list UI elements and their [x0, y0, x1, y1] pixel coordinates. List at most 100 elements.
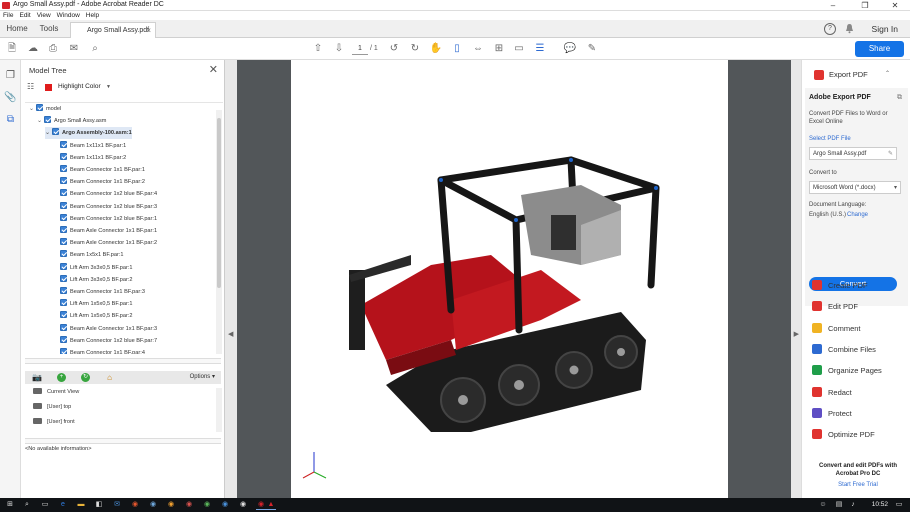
tree-item[interactable]: ⌄ Argo Small Assy.asm	[37, 115, 106, 127]
fit-page-icon[interactable]: ⊞	[492, 42, 506, 56]
tool-organize-pages[interactable]: Organize Pages	[812, 364, 882, 378]
3d-model-render[interactable]	[291, 60, 728, 498]
visibility-checkbox[interactable]	[60, 177, 67, 185]
next-page-icon[interactable]: ⇩	[332, 42, 346, 56]
visibility-checkbox[interactable]	[60, 140, 67, 148]
rotate-right-icon[interactable]: ↻	[408, 42, 422, 56]
menu-view[interactable]: View	[34, 11, 54, 20]
tree-scrollbar-thumb[interactable]	[217, 118, 221, 288]
sign-pen-icon[interactable]: ✎	[585, 42, 599, 56]
comment-icon[interactable]: 💬	[563, 42, 577, 56]
view-item[interactable]: Current View	[33, 386, 79, 398]
tab-tools[interactable]: Tools	[36, 20, 62, 38]
app-icon[interactable]: ◉	[202, 500, 212, 510]
view-item[interactable]: [User] front	[33, 416, 75, 428]
visibility-checkbox[interactable]	[60, 335, 67, 343]
tree-item[interactable]: Beam Connector 1x2 blue BF.par:4	[53, 188, 157, 200]
chevron-up-icon[interactable]: ⌃	[885, 70, 890, 77]
tree-item[interactable]: Beam Connector 1x1 BF.par:1	[53, 164, 145, 176]
free-trial-link[interactable]: Start Free Trial	[812, 482, 904, 488]
people-icon[interactable]: ☺	[818, 500, 828, 510]
convert-to-select[interactable]: Microsoft Word (*.docx) ▾	[809, 181, 901, 194]
tree-item[interactable]: Beam Connector 1x2 blue BF.par:7	[53, 335, 157, 347]
share-button[interactable]: Share	[855, 41, 904, 57]
menu-help[interactable]: Help	[83, 11, 102, 20]
tree-item[interactable]: Beam Connector 1x1 BF.par:4	[53, 347, 145, 354]
tree-options-icon[interactable]: ☷	[27, 82, 34, 91]
visibility-checkbox[interactable]	[60, 348, 67, 354]
visibility-checkbox[interactable]	[60, 262, 67, 270]
views-scrollbar[interactable]	[216, 388, 222, 432]
visibility-checkbox[interactable]	[60, 274, 67, 282]
acrobat-taskbar-icon[interactable]: ▲	[266, 500, 276, 510]
tree-item[interactable]: Beam Axle Connector 1x1 BF.par:3	[53, 323, 157, 335]
sign-in-link[interactable]: Sign In	[872, 20, 898, 38]
tool-edit-pdf[interactable]: Edit PDF	[812, 300, 858, 314]
selected-file-field[interactable]: Argo Small Assy.pdf ✎	[809, 147, 897, 160]
visibility-checkbox[interactable]	[60, 238, 67, 246]
menu-window[interactable]: Window	[54, 11, 83, 20]
app-icon[interactable]: ◉	[148, 500, 158, 510]
app-icon[interactable]: ◉	[184, 500, 194, 510]
tree-item[interactable]: Beam Connector 1x1 BF.par:2	[53, 176, 145, 188]
menu-edit[interactable]: Edit	[16, 11, 33, 20]
copy-icon[interactable]: ⧉	[897, 94, 902, 102]
tree-item[interactable]: Lift Arm 1x5x0,5 BF.par:1	[53, 298, 133, 310]
change-language-link[interactable]: Change	[847, 212, 868, 218]
app-icon[interactable]: ◉	[166, 500, 176, 510]
bell-icon[interactable]	[844, 23, 855, 34]
visibility-checkbox[interactable]	[60, 226, 67, 233]
info-splitter[interactable]	[25, 438, 221, 444]
page-number-input[interactable]: 1	[352, 43, 368, 55]
highlight-color-dropdown[interactable]: Highlight Color	[58, 83, 101, 90]
visibility-checkbox[interactable]	[60, 250, 67, 258]
panel-splitter[interactable]	[25, 358, 221, 364]
app-icon[interactable]: ◉	[130, 500, 140, 510]
mail-icon[interactable]: ✉	[112, 500, 122, 510]
tree-item[interactable]: Beam Connector 1x1 BF.par:3	[53, 286, 145, 298]
tree-item[interactable]: Beam 1x5x1 BF.par:1	[53, 249, 123, 261]
rotate-left-icon[interactable]: ↺	[387, 42, 401, 56]
visibility-checkbox[interactable]	[60, 287, 67, 294]
export-pdf-header[interactable]: Export PDF	[829, 70, 868, 79]
chevron-down-icon[interactable]: ▼	[106, 84, 111, 90]
visibility-checkbox[interactable]	[60, 323, 67, 331]
visibility-checkbox[interactable]	[52, 128, 59, 136]
tree-item[interactable]: Beam Connector 1x2 blue BF.par:1	[53, 213, 157, 225]
model-tree-icon[interactable]: ⧉	[4, 113, 17, 126]
restore-button[interactable]: ❐	[854, 0, 876, 11]
tab-document[interactable]: Argo Small Assy.pdf ×	[70, 22, 156, 38]
presentation-icon[interactable]: ▭	[512, 42, 526, 56]
page-thumbnails-icon[interactable]: ❐	[4, 69, 17, 82]
tree-item[interactable]: Beam 1x11x1 BF.par:1	[53, 140, 126, 152]
tree-item[interactable]: Lift Arm 1x5x0,5 BF.par:2	[53, 310, 133, 322]
visibility-checkbox[interactable]	[60, 201, 67, 209]
close-window-button[interactable]: ✕	[884, 0, 906, 11]
tree-item[interactable]: ⌄ Argo Assembly-100.asm:1	[45, 127, 132, 140]
upload-cloud-icon[interactable]: ☁	[26, 42, 40, 56]
add-view-icon[interactable]: +	[57, 373, 66, 382]
views-options-dropdown[interactable]: Options ▾	[190, 373, 215, 380]
windows-start-icon[interactable]: ⊞	[5, 500, 15, 510]
visibility-checkbox[interactable]	[60, 189, 67, 197]
tree-item[interactable]: Beam 1x11x1 BF.par:2	[53, 152, 126, 164]
close-tab-icon[interactable]: ×	[146, 23, 151, 38]
tab-home[interactable]: Home	[4, 20, 30, 38]
previous-page-icon[interactable]: ⇧	[311, 42, 325, 56]
expand-chevron-icon[interactable]: ⌄	[37, 115, 44, 127]
tool-comment[interactable]: Comment	[812, 322, 861, 336]
highlight-color-swatch[interactable]	[45, 84, 52, 91]
single-page-icon[interactable]: ▯	[450, 42, 464, 56]
tree-scrollbar[interactable]	[216, 110, 222, 354]
file-options-icon[interactable]: ✎	[888, 148, 893, 160]
camera-icon[interactable]: 📷	[31, 373, 43, 382]
visibility-checkbox[interactable]	[60, 311, 67, 319]
expand-chevron-icon[interactable]: ⌄	[29, 103, 36, 115]
tool-redact[interactable]: Redact	[812, 386, 852, 400]
app-icon[interactable]: ◉	[220, 500, 230, 510]
visibility-checkbox[interactable]	[60, 213, 67, 221]
select-pdf-link[interactable]: Select PDF File	[809, 136, 851, 142]
tree-item[interactable]: Beam Axle Connector 1x1 BF.par:1	[53, 225, 157, 237]
store-icon[interactable]: ◧	[94, 500, 104, 510]
visibility-checkbox[interactable]	[60, 152, 67, 160]
